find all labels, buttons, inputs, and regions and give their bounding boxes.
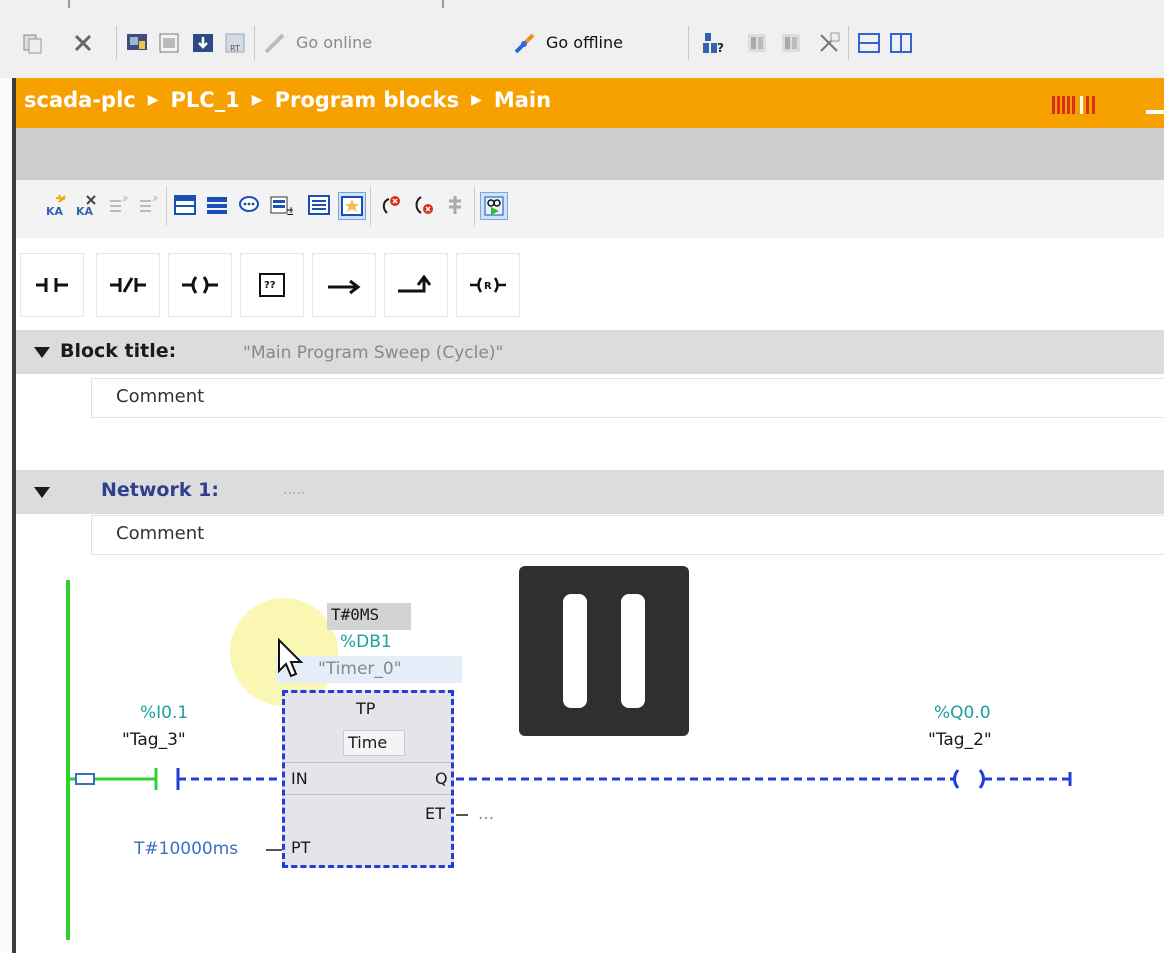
- empty-box-button[interactable]: ??: [240, 253, 304, 317]
- timer-data-type[interactable]: Time: [348, 733, 387, 752]
- network-comments-icon[interactable]: [236, 192, 262, 218]
- normally-closed-contact-button[interactable]: [96, 253, 160, 317]
- open-all-networks-icon[interactable]: [172, 192, 198, 218]
- timer-header-divider: [285, 762, 451, 763]
- go-to-previous-error-icon[interactable]: [378, 192, 404, 218]
- insert-row-icon: [106, 192, 132, 218]
- network-title-field[interactable]: .....: [283, 482, 305, 498]
- timer-db-name[interactable]: "Timer_0": [318, 659, 402, 679]
- block-comment-field[interactable]: Comment: [91, 378, 1164, 418]
- timer-type: TP: [356, 699, 376, 718]
- status-indicator-icon: [1052, 96, 1100, 114]
- toolbar-divider: [68, 0, 70, 8]
- toolbar-separator: [474, 186, 475, 226]
- pause-bar-right: [621, 594, 645, 708]
- coil-address[interactable]: %Q0.0: [934, 703, 991, 723]
- download-to-device-icon[interactable]: [156, 30, 182, 56]
- go-offline-icon[interactable]: [512, 30, 538, 56]
- timer-monitor-value: T#0MS: [331, 605, 380, 624]
- toolbar-separator: [688, 26, 689, 60]
- toolbar-separator: [370, 186, 371, 226]
- absolute-symbolic-operands-icon[interactable]: ±: [268, 192, 294, 218]
- svg-text:?: ?: [717, 41, 724, 55]
- rail-connector: [75, 773, 95, 785]
- timer-tp-box[interactable]: TP Time IN Q ET PT: [282, 690, 454, 868]
- delete-icon[interactable]: [70, 30, 96, 56]
- delete-network-icon[interactable]: KA: [74, 192, 100, 218]
- collapse-triangle-icon[interactable]: [34, 487, 50, 498]
- timer-db-address[interactable]: %DB1: [340, 632, 392, 652]
- timer-et-operand[interactable]: ...: [478, 804, 494, 824]
- svg-text:±: ±: [286, 204, 293, 217]
- close-all-networks-icon[interactable]: [204, 192, 230, 218]
- favorites-toggle-icon[interactable]: [338, 192, 366, 220]
- block-title-value[interactable]: "Main Program Sweep (Cycle)": [243, 343, 503, 363]
- collapse-triangle-icon[interactable]: [34, 347, 50, 358]
- toolbar-separator: [166, 186, 167, 226]
- block-title-header[interactable]: [16, 330, 1164, 374]
- reset-coil-button[interactable]: R: [456, 253, 520, 317]
- network-label: Network 1:: [101, 479, 219, 501]
- toolbar-separator: [848, 26, 849, 60]
- network-comment-text: Comment: [116, 523, 205, 544]
- monitoring-on-off-icon[interactable]: [480, 192, 508, 220]
- svg-text:KA: KA: [46, 205, 64, 217]
- breadcrumb-arrow-icon: ▶: [251, 92, 263, 108]
- minimize-icon[interactable]: [1146, 110, 1164, 114]
- add-row-icon: [136, 192, 162, 218]
- mouse-cursor-icon: [278, 638, 304, 678]
- compile-icon[interactable]: [124, 30, 150, 56]
- toolbar-separator: [116, 26, 117, 60]
- output-coil-symbol: [953, 769, 985, 789]
- accessible-devices-icon[interactable]: ?: [700, 30, 726, 56]
- split-horizontal-icon[interactable]: [856, 30, 882, 56]
- close-branch-button[interactable]: [384, 253, 448, 317]
- stop-cpu-icon: [778, 30, 804, 56]
- svg-text:R: R: [484, 281, 492, 292]
- normally-open-contact-button[interactable]: [20, 253, 84, 317]
- go-online-icon: [262, 30, 288, 56]
- svg-text:??: ??: [264, 280, 276, 291]
- network-comment-field[interactable]: Comment: [91, 515, 1164, 555]
- start-cpu-icon: [744, 30, 770, 56]
- pause-overlay-icon[interactable]: [519, 566, 689, 736]
- go-online-button: Go online: [296, 33, 373, 52]
- timer-pin-pt: PT: [291, 838, 311, 857]
- insert-network-icon[interactable]: KA: [44, 192, 70, 218]
- split-vertical-icon[interactable]: [888, 30, 914, 56]
- coil-tag[interactable]: "Tag_2": [928, 730, 992, 750]
- open-branch-button[interactable]: [312, 253, 376, 317]
- svg-text:RT: RT: [230, 44, 240, 53]
- timer-pt-operand[interactable]: T#10000ms: [134, 839, 238, 859]
- block-title-label: Block title:: [60, 340, 177, 362]
- svg-text:KA: KA: [76, 205, 94, 217]
- breadcrumb: scada-plc ▶ PLC_1 ▶ Program blocks ▶ Main: [24, 88, 551, 112]
- copy-icon[interactable]: [20, 30, 46, 56]
- block-interface-collapsed[interactable]: [16, 128, 1164, 180]
- timer-pin-q: Q: [435, 769, 448, 788]
- update-block-calls-icon: [442, 192, 468, 218]
- pause-bar-left: [563, 594, 587, 708]
- go-offline-button[interactable]: Go offline: [546, 33, 623, 52]
- upload-from-device-icon[interactable]: [190, 30, 216, 56]
- timer-pin-et: ET: [425, 804, 445, 823]
- cross-reference-icon[interactable]: [816, 30, 842, 56]
- contact-tag[interactable]: "Tag_3": [122, 730, 186, 750]
- breadcrumb-folder[interactable]: Program blocks: [275, 88, 460, 112]
- toolbar-divider: [442, 0, 444, 8]
- breadcrumb-project[interactable]: scada-plc: [24, 88, 136, 112]
- timer-pin-in: IN: [291, 769, 308, 788]
- breadcrumb-arrow-icon: ▶: [147, 92, 159, 108]
- breadcrumb-device[interactable]: PLC_1: [171, 88, 240, 112]
- runtime-download-icon: RT: [222, 30, 248, 56]
- toolbar-separator: [254, 26, 255, 60]
- output-coil-button[interactable]: [168, 253, 232, 317]
- tag-information-icon[interactable]: [306, 192, 332, 218]
- breadcrumb-block[interactable]: Main: [494, 88, 551, 112]
- block-comment-text: Comment: [116, 386, 205, 407]
- breadcrumb-arrow-icon: ▶: [471, 92, 482, 108]
- timer-pin-divider: [285, 794, 451, 795]
- go-to-next-error-icon[interactable]: [410, 192, 436, 218]
- contact-address[interactable]: %I0.1: [140, 703, 188, 723]
